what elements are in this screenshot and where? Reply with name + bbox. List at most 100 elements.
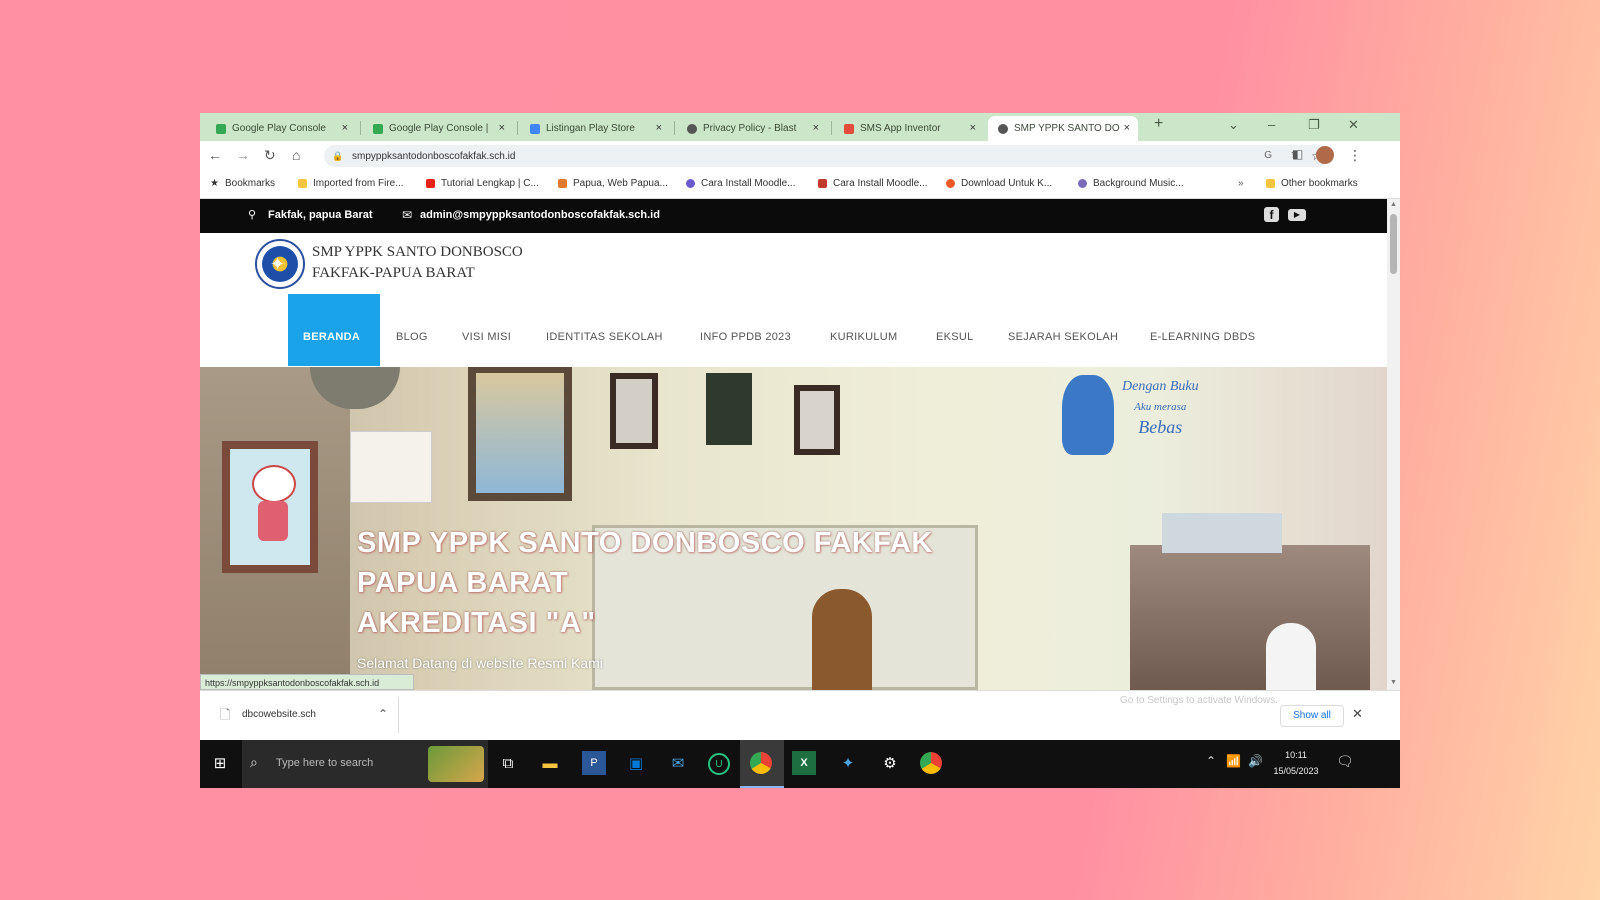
chevron-up-icon[interactable]: ⌃ [378,707,388,721]
site-icon [686,179,695,188]
app-inventor-icon [844,123,854,134]
bookmark-item[interactable]: Cara Install Moodle... [686,178,796,189]
home-icon[interactable]: ⌂ [292,147,300,163]
hero-paper [350,431,432,503]
nav-blog[interactable]: BLOG [396,331,428,343]
taskbar-search-placeholder: Type here to search [276,757,374,769]
clock[interactable]: 10:11 15/05/2023 [1270,747,1322,779]
new-tab-button[interactable]: + [1154,115,1163,133]
site-icon [946,179,955,188]
nav-eksul[interactable]: EKSUL [936,331,974,343]
excel-icon[interactable]: X [792,751,816,775]
scrollbar-thumb[interactable] [1390,214,1397,274]
hero-wall-portrait [1062,375,1114,455]
nav-identitas-sekolah[interactable]: IDENTITAS SEKOLAH [546,331,663,343]
tab-google-play-console-2[interactable]: Google Play Console | × [363,116,513,141]
tab-google-play-console-1[interactable]: Google Play Console × [206,116,356,141]
close-tab-icon[interactable]: × [813,122,819,134]
translate-icon[interactable]: G [1264,145,1272,167]
close-tab-icon[interactable]: × [970,122,976,134]
browser-window: Google Play Console × Google Play Consol… [200,113,1400,788]
nav-e-learning[interactable]: E-LEARNING DBDS [1150,331,1255,343]
bookmark-item[interactable]: Background Music... [1078,178,1184,189]
bookmarks-bar: ★ Bookmarks Imported from Fire... Tutoria… [200,171,1400,199]
scroll-down-icon[interactable]: ▼ [1390,679,1397,686]
settings-gear-icon[interactable]: ⚙ [878,751,902,775]
volume-icon[interactable]: 🔊 [1248,754,1263,768]
nav-beranda[interactable]: BERANDA [303,331,360,343]
close-tab-icon[interactable]: × [499,122,505,134]
task-view-icon[interactable]: ⧉ [496,751,520,775]
file-icon: 🗋 [220,707,231,722]
bookmark-item[interactable]: Tutorial Lengkap | C... [426,178,539,189]
bookmark-item[interactable]: Download Untuk K... [946,178,1052,189]
publisher-icon[interactable]: P [582,751,606,775]
hero-title: SMP YPPK SANTO DONBOSCO FAKFAK PAPUA BAR… [357,523,933,643]
minimize-icon[interactable]: – [1268,117,1275,132]
nav-visi-misi[interactable]: VISI MISI [462,331,511,343]
address-bar[interactable]: 🔒 smpyppksantodonboscofakfak.sch.id G ⇪ … [324,145,1330,167]
restore-icon[interactable]: ❐ [1308,117,1320,133]
close-window-icon[interactable]: ✕ [1348,117,1359,133]
bookmark-item[interactable]: Papua, Web Papua... [558,178,668,189]
bookmark-item[interactable]: Imported from Fire... [298,178,404,189]
bookmarks-overflow-icon[interactable]: » [1238,178,1244,189]
profile-avatar[interactable] [1316,146,1334,164]
scroll-up-icon[interactable]: ▲ [1390,201,1397,208]
dev-app-icon[interactable]: ✦ [836,751,860,775]
taskbar-search-box[interactable]: ⌕ Type here to search [242,740,488,788]
show-all-button[interactable]: Show all [1280,705,1344,727]
side-panel-icon[interactable]: ◧ [1292,147,1303,161]
hero-subtitle: Selamat Datang di website Resmi Kami [357,655,603,671]
close-tab-icon[interactable]: × [656,122,662,134]
facebook-icon[interactable]: f [1264,207,1279,222]
nav-sejarah-sekolah[interactable]: SEJARAH SEKOLAH [1008,331,1118,343]
tab-listingan-play-store[interactable]: Listingan Play Store × [520,116,670,141]
site-icon [818,179,827,188]
download-item[interactable]: 🗋 dbcowebsite.sch ⌃ [208,697,399,733]
close-downloads-icon[interactable]: ✕ [1352,706,1363,722]
other-bookmarks[interactable]: Other bookmarks [1266,178,1358,189]
network-icon[interactable]: 📶 [1226,754,1241,768]
bookmark-item[interactable]: Cara Install Moodle... [818,178,928,189]
back-icon[interactable]: ← [208,147,222,163]
forward-icon[interactable]: → [236,147,250,163]
downloads-bar: 🗋 dbcowebsite.sch ⌃ Go to Settings to ac… [200,690,1400,741]
close-tab-icon[interactable]: × [342,122,348,134]
nav-kurikulum[interactable]: KURIKULUM [830,331,898,343]
windows-taskbar: ⊞ ⌕ Type here to search ⧉ ▬ P ▣ ✉ U X ✦ … [200,740,1400,788]
tab-smp-yppk-active[interactable]: SMP YPPK SANTO DO × [988,116,1138,141]
tab-search-icon[interactable]: ⌄ [1228,117,1239,133]
youtube-icon[interactable]: ▶ [1288,209,1306,221]
email-link[interactable]: admin@smpyppksantodonboscofakfak.sch.id [420,209,660,221]
file-explorer-icon[interactable]: ▬ [538,751,562,775]
hero-title-line3: AKREDITASI "A" [357,607,596,639]
tab-sms-app-inventor[interactable]: SMS App Inventor × [834,116,984,141]
bookmark-item[interactable]: ★ Bookmarks [210,178,275,189]
menu-kebab-icon[interactable]: ⋮ [1348,147,1362,164]
search-icon: ⌕ [250,754,258,770]
page-viewport: ⚲ Fakfak, papua Barat ✉ admin@smpyppksan… [200,199,1387,690]
lock-icon[interactable]: 🔒 [332,151,343,161]
nav-active-bg [288,294,380,366]
nav-info-ppdb[interactable]: INFO PPDB 2023 [700,331,791,343]
tray-chevron-up-icon[interactable]: ⌃ [1206,754,1216,768]
hero-title-line2: PAPUA BARAT [357,567,569,599]
mail-app-icon[interactable]: ✉ [666,751,690,775]
windows-activation-watermark: Go to Settings to activate Windows. [1120,695,1278,706]
page-scrollbar[interactable]: ▲ ▼ [1387,199,1400,690]
chrome-icon[interactable] [750,752,772,774]
reload-icon[interactable]: ↻ [264,147,276,164]
toolbar: ← → ↻ ⌂ 🔒 smpyppksantodonboscofakfak.sch… [200,141,1400,171]
close-tab-icon[interactable]: × [1124,122,1130,134]
star-emblem-icon: ✦ [270,254,286,274]
windows-start-icon[interactable]: ⊞ [208,751,232,775]
hero-kitty [252,465,296,503]
school-logo[interactable]: ✦ [255,239,305,289]
school-name[interactable]: SMP YPPK SANTO DONBOSCO FAKFAK-PAPUA BAR… [312,242,523,284]
chrome-profile-icon[interactable] [920,752,942,774]
store-icon[interactable]: ▣ [624,751,648,775]
tab-privacy-policy[interactable]: Privacy Policy - Blast × [677,116,827,141]
upwork-icon[interactable]: U [708,753,730,775]
notification-icon[interactable]: 🗨 [1336,753,1354,770]
